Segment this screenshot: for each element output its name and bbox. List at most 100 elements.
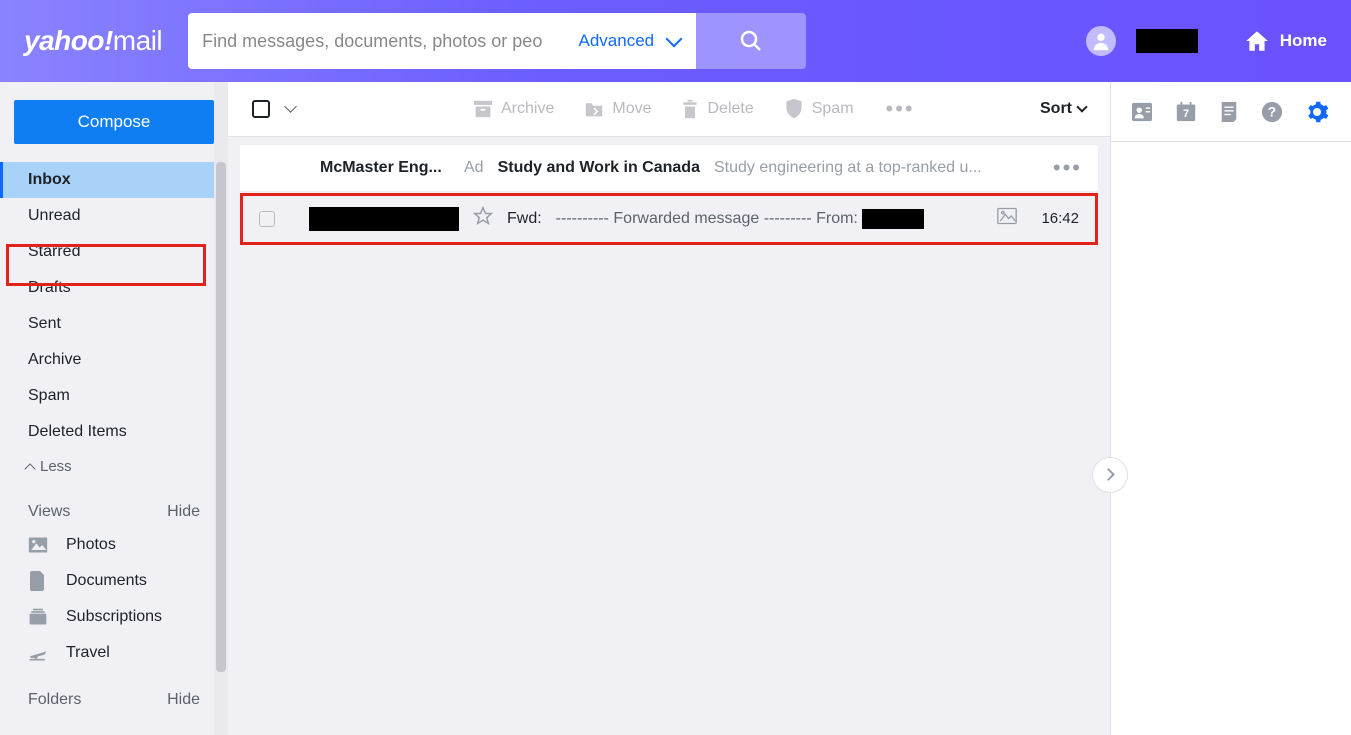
advanced-label: Advanced [579,31,655,51]
calendar-date: 7 [1175,108,1197,120]
ad-more-icon[interactable]: ••• [1053,164,1082,172]
move-button[interactable]: Move [584,98,651,120]
star-icon[interactable] [473,206,493,231]
main-content: Archive Move Delete Spam ••• Sort [228,82,1111,735]
folder-archive[interactable]: Archive [0,342,228,378]
view-label: Travel [66,644,110,662]
header: yahoo!mail Advanced Home [0,0,1351,82]
folder-unread[interactable]: Unread [0,198,228,234]
chevron-up-icon [24,463,35,474]
sidebar-scrollbar[interactable] [214,82,228,735]
view-label: Documents [66,572,147,590]
select-dropdown-icon[interactable] [284,101,297,114]
views-hide[interactable]: Hide [167,503,200,521]
search-box: Advanced [188,13,696,69]
ad-sender: McMaster Eng... [320,159,450,177]
folder-spam[interactable]: Spam [0,378,228,414]
from-redacted [862,209,924,229]
folder-inbox[interactable]: Inbox [0,162,228,198]
next-page-button[interactable] [1092,457,1128,493]
notepad-icon[interactable] [1219,101,1239,123]
move-label: Move [612,100,651,118]
folder-drafts[interactable]: Drafts [0,270,228,306]
toolbar-actions: Archive Move Delete Spam [473,98,854,120]
search-button[interactable] [696,13,806,69]
spam-button[interactable]: Spam [784,98,854,120]
ad-subject: Study and Work in Canada [498,159,700,177]
home-label: Home [1280,31,1327,51]
image-attachment-icon [997,207,1017,230]
sender-redacted [309,207,459,231]
more-actions[interactable]: ••• [886,104,915,114]
logo-text: yahoo [24,25,104,56]
view-label: Photos [66,536,116,554]
views-title: Views [28,503,70,521]
advanced-search[interactable]: Advanced [563,31,697,51]
search-wrap: Advanced [188,13,806,69]
subscriptions-icon [28,608,48,626]
compose-button[interactable]: Compose [14,100,214,144]
ad-preview: Study engineering at a top-ranked u... [714,159,1039,177]
move-icon [584,100,604,118]
chevron-right-icon [1102,469,1115,482]
message-row[interactable]: Fwd: ---------- Forwarded message ------… [243,196,1095,242]
logo-mail: mail [113,25,162,56]
folders-hide[interactable]: Hide [167,691,200,709]
folder-deleted[interactable]: Deleted Items [0,414,228,450]
sort-button[interactable]: Sort [1040,100,1086,118]
photos-icon [28,536,48,554]
archive-icon [473,100,493,118]
message-list: McMaster Eng... Ad Study and Work in Can… [228,137,1110,735]
ad-row[interactable]: McMaster Eng... Ad Study and Work in Can… [240,145,1098,191]
highlight-outline: Fwd: ---------- Forwarded message ------… [240,193,1098,245]
ad-tag: Ad [464,159,484,177]
view-documents[interactable]: Documents [0,563,228,599]
home-link[interactable]: Home [1244,28,1327,54]
user-name-redacted[interactable] [1136,29,1198,53]
right-icons: 7 ? [1111,82,1351,142]
message-preview: ---------- Forwarded message --------- F… [556,209,984,229]
search-icon [739,29,763,53]
spam-label: Spam [812,100,854,118]
folders-title: Folders [28,691,81,709]
less-label: Less [40,458,72,475]
folder-starred[interactable]: Starred [0,234,228,270]
preview-text: ---------- Forwarded message --------- F… [556,210,858,228]
settings-icon[interactable] [1305,100,1329,124]
view-subscriptions[interactable]: Subscriptions [0,599,228,635]
archive-label: Archive [501,100,554,118]
yahoo-mail-logo[interactable]: yahoo!mail [24,25,162,57]
chevron-down-icon [1076,102,1087,113]
message-checkbox[interactable] [259,211,275,227]
views-header: Views Hide [0,483,228,527]
chevron-down-icon [666,31,683,48]
view-photos[interactable]: Photos [0,527,228,563]
view-travel[interactable]: Travel [0,635,228,671]
person-icon [1090,30,1112,52]
search-input[interactable] [202,31,562,52]
select-all-checkbox[interactable] [252,100,270,118]
trash-icon [681,99,699,119]
message-subject: Fwd: [507,210,542,228]
logo-excl: ! [104,25,113,56]
travel-icon [28,644,48,662]
folder-sent[interactable]: Sent [0,306,228,342]
archive-button[interactable]: Archive [473,98,554,120]
help-icon[interactable]: ? [1261,101,1283,123]
delete-label: Delete [707,100,753,118]
sort-label: Sort [1040,100,1072,118]
svg-text:?: ? [1268,104,1276,119]
delete-button[interactable]: Delete [681,98,753,120]
scrollbar-thumb[interactable] [216,162,226,672]
avatar[interactable] [1086,26,1116,56]
shield-icon [784,98,804,120]
toolbar: Archive Move Delete Spam ••• Sort [228,82,1110,137]
sidebar: Compose Inbox Unread Starred Drafts Sent… [0,82,228,735]
show-less[interactable]: Less [0,450,228,483]
calendar-icon[interactable]: 7 [1175,101,1197,123]
right-rail: 7 ? [1111,82,1351,735]
contacts-icon[interactable] [1131,102,1153,122]
folders-header: Folders Hide [0,671,228,715]
document-icon [28,572,48,590]
message-time: 16:42 [1041,210,1079,227]
